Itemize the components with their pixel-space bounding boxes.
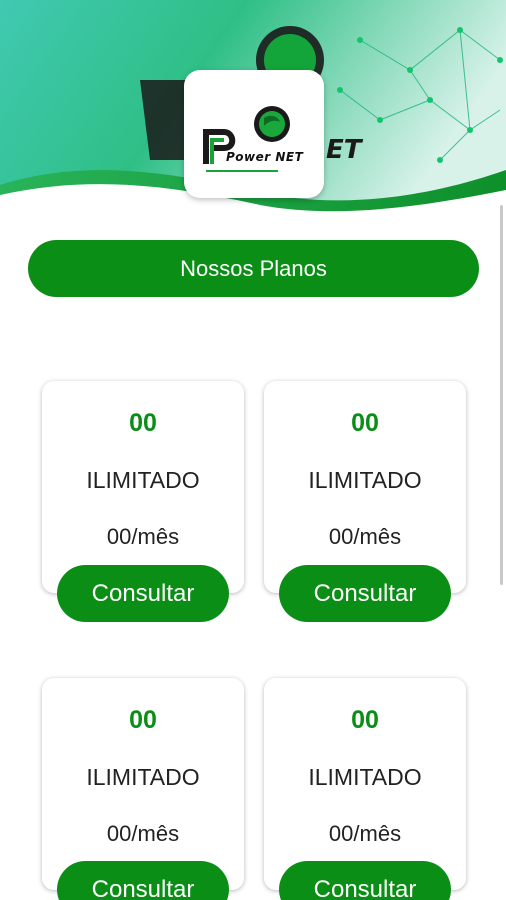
scrollbar[interactable]	[500, 205, 503, 585]
plan-card: 00 ILIMITADO 00/mês	[264, 678, 466, 890]
header-banner: ET Power NET	[0, 0, 506, 215]
section-title-pill: Nossos Planos	[28, 240, 479, 297]
plan-price: 00/mês	[328, 821, 402, 846]
consultar-button[interactable]: Consultar	[279, 861, 451, 900]
plan-type: ILIMITADO	[308, 467, 422, 493]
plan-type: ILIMITADO	[86, 467, 200, 493]
plan-price: 00/mês	[106, 821, 180, 846]
consultar-button[interactable]: Consultar	[279, 565, 451, 622]
svg-text:ET: ET	[326, 135, 364, 165]
plan-speed: 00	[129, 409, 157, 437]
consultar-button[interactable]: Consultar	[57, 861, 229, 900]
plan-price: 00/mês	[106, 524, 180, 549]
logo-card: Power NET	[184, 70, 324, 198]
plan-card: 00 ILIMITADO 00/mês	[42, 381, 244, 593]
plan-card: 00 ILIMITADO 00/mês	[42, 678, 244, 890]
plan-type: ILIMITADO	[86, 764, 200, 790]
app-screen: ET Power NET Nossos Planos 00 ILIMITADO …	[0, 0, 506, 900]
plan-speed: 00	[351, 409, 379, 437]
logo-icon	[203, 106, 290, 172]
plan-type: ILIMITADO	[308, 764, 422, 790]
plan-card: 00 ILIMITADO 00/mês	[264, 381, 466, 593]
plan-price: 00/mês	[328, 524, 402, 549]
section-title: Nossos Planos	[180, 255, 327, 281]
plan-speed: 00	[129, 706, 157, 734]
logo-text: Power NET	[226, 150, 304, 164]
consultar-button[interactable]: Consultar	[57, 565, 229, 622]
plan-speed: 00	[351, 706, 379, 734]
